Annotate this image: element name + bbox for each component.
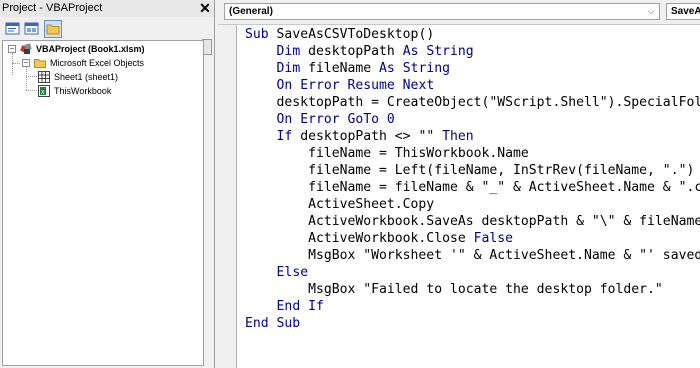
collapse-root-toggle[interactable]: − (8, 45, 16, 53)
folder-icon (34, 59, 46, 68)
object-dropdown-value: (General) (229, 6, 273, 17)
svg-text:x: x (41, 89, 45, 96)
code-keyword: Else (276, 265, 309, 280)
view-code-icon (5, 22, 20, 35)
code-keyword: As String (379, 61, 450, 76)
tree-connector (26, 90, 37, 91)
object-dropdown[interactable]: (General) ⌵ (224, 3, 660, 20)
code-text: ActiveWorkbook.SaveAs desktopPath & "\" … (245, 214, 700, 229)
code-line[interactable]: ActiveSheet.Copy (245, 196, 434, 213)
workbook-icon: x (38, 85, 50, 97)
code-keyword: End Sub (245, 316, 301, 331)
code-line[interactable]: Else (245, 264, 309, 281)
procedure-dropdown-value: SaveAsCSVToDesktop (671, 6, 700, 17)
code-line[interactable]: fileName = ThisWorkbook.Name (245, 145, 529, 162)
code-line[interactable]: Dim fileName As String (245, 60, 450, 77)
code-keyword: Dim (276, 61, 309, 76)
code-line[interactable]: fileName = Left(fileName, InStrRev(fileN… (245, 162, 700, 179)
code-text: fileName = ThisWorkbook.Name (245, 146, 529, 161)
code-line[interactable]: On Error Resume Next (245, 77, 435, 94)
code-line[interactable]: fileName = fileName & "_" & ActiveSheet.… (245, 179, 700, 196)
code-text: MsgBox "Failed to locate the desktop fol… (245, 282, 663, 297)
project-explorer-toolbar (0, 17, 214, 55)
code-text: desktopPath = CreateObject("WScript.Shel… (276, 95, 700, 110)
code-text: fileName = fileName & "_" & ActiveSheet.… (245, 180, 700, 195)
code-line[interactable]: Dim desktopPath As String (245, 43, 474, 60)
code-line[interactable]: ActiveWorkbook.Close False (245, 230, 513, 247)
project-explorer-titlebar: Project - VBAProject ✕ (0, 0, 214, 18)
margin-divider (236, 25, 237, 368)
code-line[interactable]: Sub SaveAsCSVToDesktop() (245, 26, 434, 43)
view-object-button[interactable] (23, 20, 41, 38)
code-keyword: False (473, 231, 514, 246)
code-keyword: Sub (245, 27, 277, 42)
tree-node-label: Sheet1 (sheet1) (54, 72, 119, 82)
worksheet-icon (38, 71, 50, 83)
code-line[interactable]: End If (245, 298, 324, 315)
code-line[interactable]: MsgBox "Worksheet '" & ActiveSheet.Name … (245, 247, 700, 264)
code-text: ActiveWorkbook.Close (245, 231, 474, 246)
code-window: (General) ⌵ SaveAsCSVToDesktop Sub SaveA… (218, 0, 700, 368)
code-text: desktopPath (308, 44, 403, 59)
code-line[interactable]: desktopPath = CreateObject("WScript.Shel… (245, 94, 700, 111)
code-keyword: Then (442, 129, 474, 144)
chevron-down-icon[interactable]: ⌵ (645, 5, 657, 18)
close-icon[interactable]: ✕ (198, 1, 212, 15)
collapse-folder-toggle[interactable]: − (22, 59, 30, 67)
code-text: ActiveSheet.Copy (245, 197, 435, 212)
tree-connector (12, 63, 20, 64)
tree-node-label: VBAProject (Book1.xlsm) (36, 44, 145, 54)
project-explorer-pane: Project - VBAProject ✕ − VBAProject (Boo… (0, 0, 215, 368)
code-text: SaveAsCSVToDesktop() (276, 27, 435, 42)
code-keyword: End If (276, 299, 324, 314)
folder-icon (46, 24, 60, 35)
code-keyword: As String (402, 44, 474, 59)
code-line[interactable]: End Sub (245, 315, 300, 332)
code-keyword: On Error GoTo 0 (276, 112, 395, 127)
code-keyword: On Error Resume Next (276, 78, 435, 93)
toggle-folders-button[interactable] (44, 20, 62, 38)
code-text: fileName = Left(fileName, InStrRev(fileN… (245, 163, 700, 178)
tree-node-label: Microsoft Excel Objects (50, 58, 145, 68)
code-line[interactable]: MsgBox "Failed to locate the desktop fol… (245, 281, 663, 298)
code-text: desktopPath <> "" (300, 129, 443, 144)
tree-node-label: ThisWorkbook (54, 86, 112, 96)
vba-project-icon (20, 43, 32, 54)
code-text: MsgBox "Worksheet '" & ActiveSheet.Name … (245, 248, 700, 263)
tree-connector (12, 53, 13, 75)
view-object-icon (24, 22, 39, 35)
tree-connector (26, 76, 37, 77)
code-line[interactable]: ActiveWorkbook.SaveAs desktopPath & "\" … (245, 213, 700, 230)
procedure-dropdown[interactable]: SaveAsCSVToDesktop (666, 3, 700, 20)
project-tree: − VBAProject (Book1.xlsm) − Microsoft Ex… (2, 40, 204, 366)
code-keyword: Dim (276, 44, 309, 59)
code-keyword: If (276, 129, 301, 144)
code-text: fileName (308, 61, 380, 76)
code-editor[interactable]: Sub SaveAsCSVToDesktop() Dim desktopPath… (245, 26, 700, 368)
code-line[interactable]: If desktopPath <> "" Then (245, 128, 474, 145)
code-window-header: (General) ⌵ SaveAsCSVToDesktop (218, 0, 700, 25)
project-explorer-title: Project - VBAProject (2, 2, 103, 14)
margin-indicator-bar[interactable] (218, 25, 236, 368)
code-line[interactable]: On Error GoTo 0 (245, 111, 395, 128)
tree-connector (26, 67, 27, 90)
view-code-button[interactable] (4, 20, 22, 38)
